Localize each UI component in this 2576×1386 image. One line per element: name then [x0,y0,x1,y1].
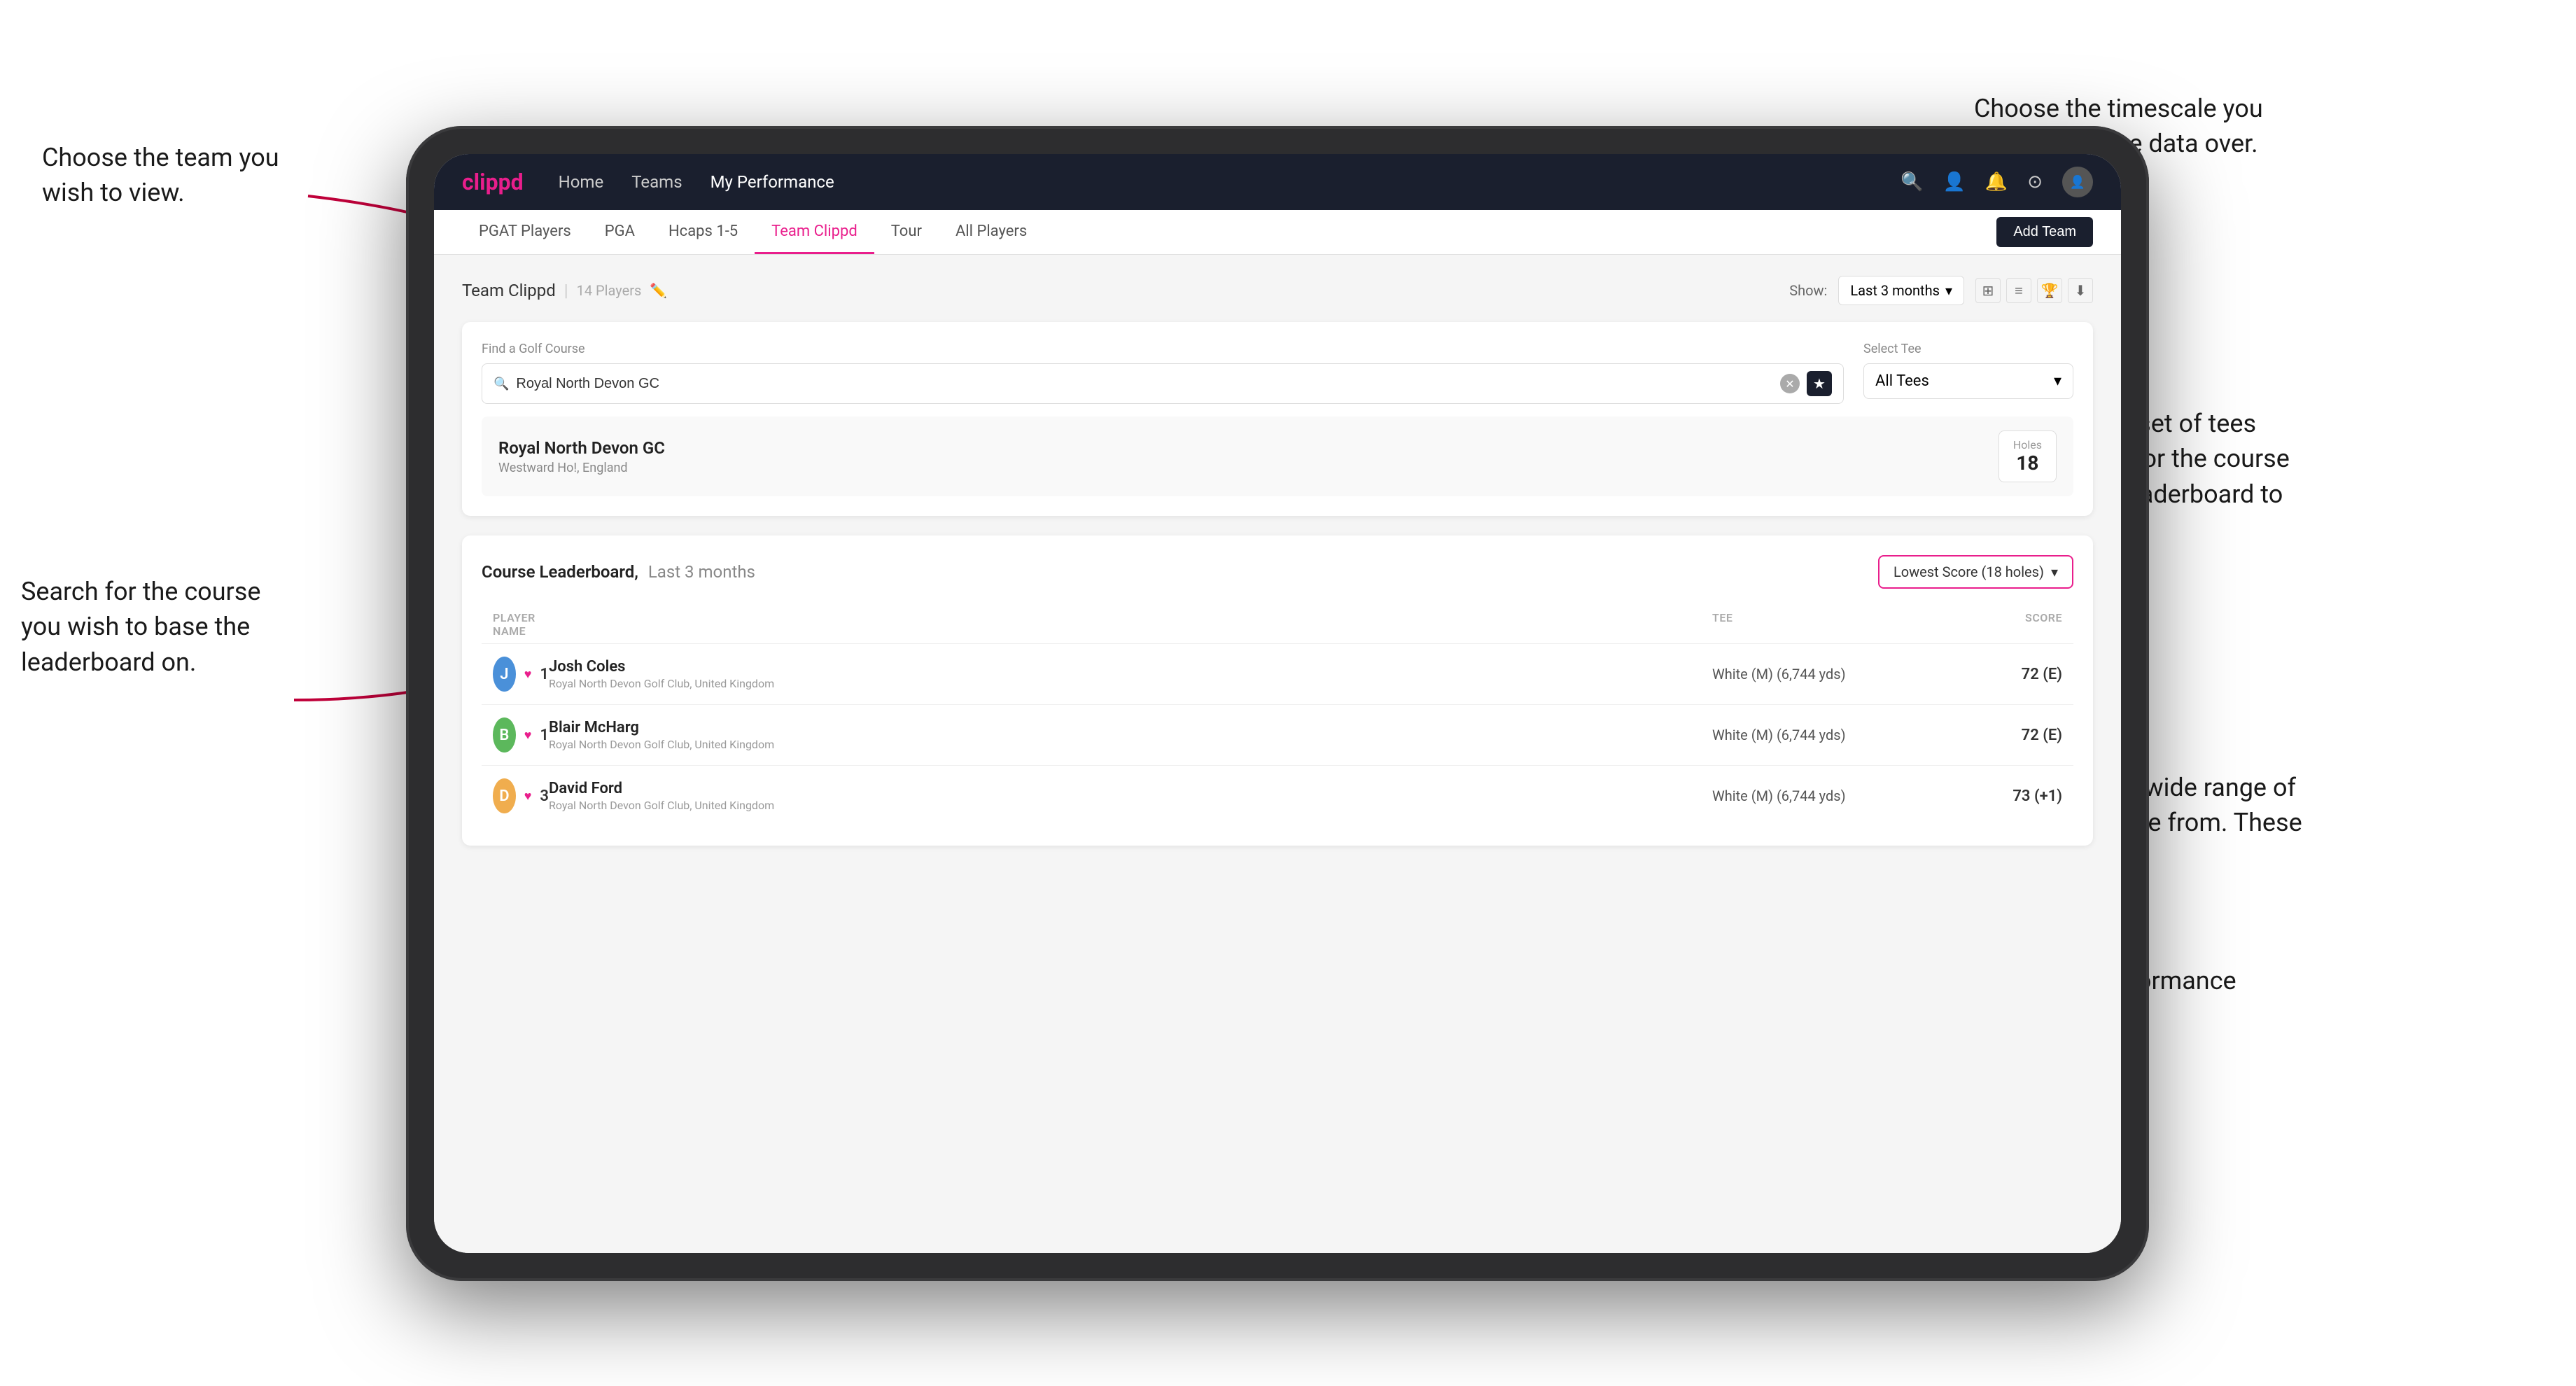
col-score: SCORE [1922,611,2062,638]
find-course-input-wrapper: 🔍 ✕ ★ [482,363,1844,404]
rank-heart-3: ♥ [524,789,532,804]
settings-icon[interactable]: ⊙ [2027,172,2043,192]
course-location: Westward Ho!, England [498,461,665,475]
player-rank-1: J ♥ 1 [493,657,549,692]
player-name-3: David Ford [549,780,1712,797]
player-club-1: Royal North Devon Golf Club, United King… [549,677,1712,690]
subnav-hcaps[interactable]: Hcaps 1-5 [652,210,755,254]
table-row: D ♥ 3 David Ford Royal North Devon [482,766,2073,826]
app-container: clippd Home Teams My Performance 🔍 👤 🔔 ⊙… [434,154,2121,1253]
edit-icon[interactable]: ✏️ [650,282,667,299]
tee-info-1: White (M) (6,744 yds) [1712,666,1922,682]
player-name-2: Blair McHarg [549,719,1712,736]
player-club-3: Royal North Devon Golf Club, United King… [549,799,1712,812]
bell-icon[interactable]: 🔔 [1985,172,2008,192]
tee-dropdown[interactable]: All Tees ▾ [1863,363,2073,399]
holes-number: 18 [2013,451,2042,475]
course-name: Royal North Devon GC [498,438,665,458]
score-info-2: 72 (E) [1922,727,2062,744]
rank-number-1: 1 [540,666,549,683]
rank-heart-2: ♥ [524,728,532,743]
table-header: PLAYER NAME TEE SCORE [482,606,2073,644]
col-tee: TEE [1712,611,1922,638]
player-info-1: Josh Coles Royal North Devon Golf Club, … [549,658,1712,690]
find-course-group: Find a Golf Course 🔍 ✕ ★ [482,342,1844,404]
score-info-3: 73 (+1) [1922,788,2062,805]
holes-badge: Holes 18 [1998,430,2057,482]
player-club-2: Royal North Devon Golf Club, United King… [549,738,1712,751]
tee-info-3: White (M) (6,744 yds) [1712,788,1922,804]
navbar-icons: 🔍 👤 🔔 ⊙ 👤 [1900,167,2093,197]
score-info-1: 72 (E) [1922,666,2062,683]
subnav-team-clippd[interactable]: Team Clippd [755,210,874,254]
view-icons: ⊞ ≡ 🏆 ⬇ [1975,278,2093,303]
download-button[interactable]: ⬇ [2068,278,2093,303]
team-title-container: Team Clippd | 14 Players ✏️ [462,281,667,300]
course-result: Royal North Devon GC Westward Ho!, Engla… [482,416,2073,496]
search-star-button[interactable]: ★ [1807,371,1832,396]
show-dropdown[interactable]: Last 3 months ▾ [1838,276,1964,305]
search-icon[interactable]: 🔍 [1900,172,1923,192]
team-pipe: | [564,281,568,300]
list-view-button[interactable]: ≡ [2006,278,2031,303]
player-avatar-2: B [493,718,516,752]
select-tee-label: Select Tee [1863,342,2073,356]
find-course-input[interactable] [516,376,1773,392]
player-info-2: Blair McHarg Royal North Devon Golf Club… [549,719,1712,751]
player-rank-3: D ♥ 3 [493,778,549,813]
search-clear-button[interactable]: ✕ [1780,374,1800,393]
rank-heart-1: ♥ [524,667,532,682]
table-row: J ♥ 1 Josh Coles Royal North Devon [482,644,2073,705]
find-course-label: Find a Golf Course [482,342,1844,356]
leaderboard-title: Course Leaderboard, Last 3 months [482,562,755,582]
col-player-empty [549,611,1712,638]
tablet-shell: clippd Home Teams My Performance 🔍 👤 🔔 ⊙… [406,126,2149,1281]
holes-label: Holes [2013,438,2042,451]
player-info-3: David Ford Royal North Devon Golf Club, … [549,780,1712,812]
sub-navbar: PGAT Players PGA Hcaps 1-5 Team Clippd T… [434,210,2121,255]
trophy-icon-button[interactable]: 🏆 [2037,278,2062,303]
add-team-button[interactable]: Add Team [1996,217,2093,247]
leaderboard-section: Course Leaderboard, Last 3 months Lowest… [462,536,2093,846]
nav-my-performance[interactable]: My Performance [710,172,834,192]
player-avatar-3: D [493,778,516,813]
team-name: Team Clippd [462,281,556,300]
navbar: clippd Home Teams My Performance 🔍 👤 🔔 ⊙… [434,154,2121,210]
table-row: B ♥ 1 Blair McHarg Royal North Devo [482,705,2073,766]
avatar[interactable]: 👤 [2062,167,2093,197]
select-tee-group: Select Tee All Tees ▾ [1863,342,2073,399]
player-name-1: Josh Coles [549,658,1712,676]
show-label: Show: [1789,282,1827,299]
nav-teams[interactable]: Teams [631,172,682,192]
show-controls: Show: Last 3 months ▾ ⊞ ≡ 🏆 ⬇ [1789,276,2093,305]
course-result-info: Royal North Devon GC Westward Ho!, Engla… [498,438,665,475]
tee-info-2: White (M) (6,744 yds) [1712,727,1922,743]
team-count: 14 Players [577,282,642,299]
annotation-top-left: Choose the team you wish to view. [42,140,308,211]
rank-number-2: 1 [540,727,549,744]
navbar-links: Home Teams My Performance [559,172,1900,192]
search-icon-small: 🔍 [493,377,509,391]
score-type-dropdown[interactable]: Lowest Score (18 holes) ▾ [1878,555,2073,589]
player-avatar-1: J [493,657,516,692]
main-content: Team Clippd | 14 Players ✏️ Show: Last 3… [434,255,2121,1253]
player-rank-2: B ♥ 1 [493,718,549,752]
nav-home[interactable]: Home [559,172,604,192]
subnav-pga[interactable]: PGA [588,210,652,254]
leaderboard-header: Course Leaderboard, Last 3 months Lowest… [482,555,2073,589]
rank-number-3: 3 [540,788,549,805]
subnav-tour[interactable]: Tour [874,210,939,254]
subnav-all-players[interactable]: All Players [939,210,1044,254]
grid-view-button[interactable]: ⊞ [1975,278,2001,303]
tablet-screen: clippd Home Teams My Performance 🔍 👤 🔔 ⊙… [434,154,2121,1253]
team-header: Team Clippd | 14 Players ✏️ Show: Last 3… [462,276,2093,305]
leaderboard-table: PLAYER NAME TEE SCORE J [482,606,2073,826]
subnav-pgat[interactable]: PGAT Players [462,210,588,254]
user-icon[interactable]: 👤 [1942,172,1965,192]
navbar-logo: clippd [462,169,524,195]
search-panel: Find a Golf Course 🔍 ✕ ★ Select Tee [462,322,2093,516]
col-player: PLAYER NAME [493,611,549,638]
search-panel-row: Find a Golf Course 🔍 ✕ ★ Select Tee [482,342,2073,404]
annotation-left: Search for the course you wish to base t… [21,574,287,680]
